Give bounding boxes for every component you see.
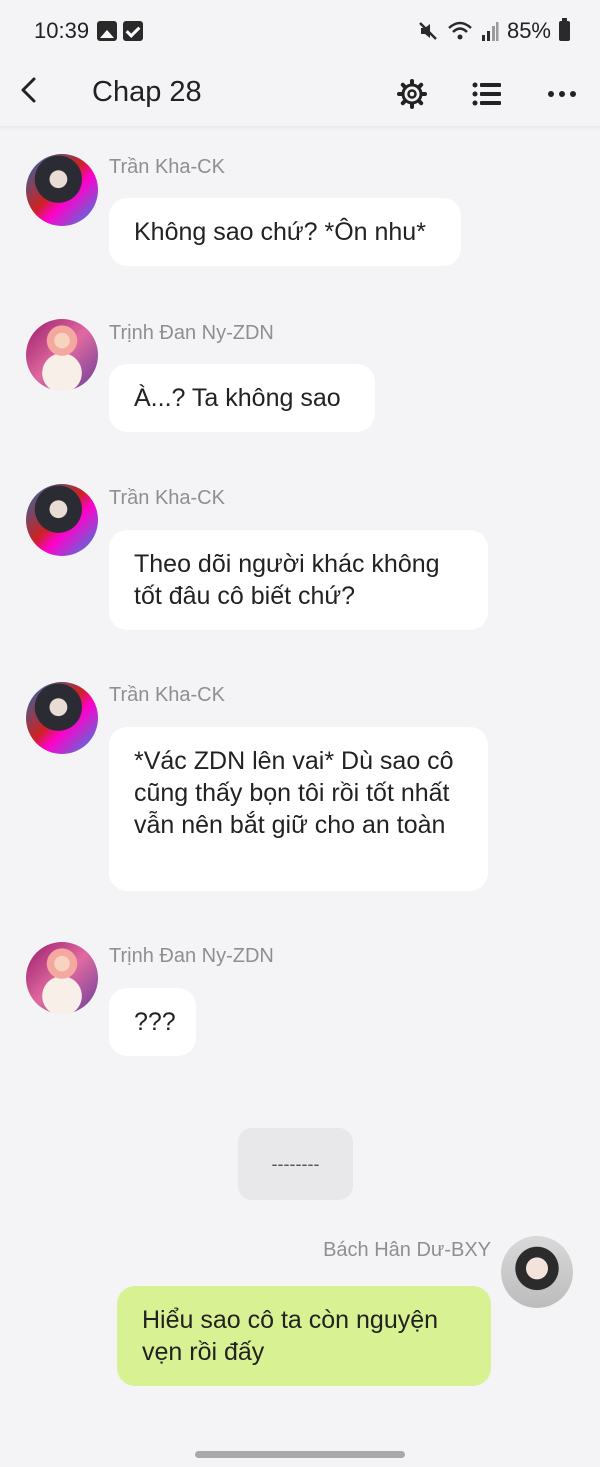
message-bubble[interactable]: Theo dõi người khác không tốt đâu cô biế… <box>109 530 488 630</box>
mute-icon <box>417 20 439 42</box>
settings-gear-icon <box>397 79 427 109</box>
message-bubble[interactable]: Hiểu sao cô ta còn nguyện vẹn rồi đấy <box>117 1286 491 1386</box>
battery-icon <box>559 18 570 41</box>
signal-icon <box>481 21 499 41</box>
more-dots-icon <box>548 91 576 97</box>
sender-name: Trần Kha-CK <box>109 684 225 706</box>
scene-divider: -------- <box>238 1128 353 1200</box>
wifi-icon <box>447 20 473 42</box>
sender-name: Trịnh Đan Ny-ZDN <box>109 945 274 967</box>
sender-name: Trần Kha-CK <box>109 487 225 509</box>
avatar[interactable] <box>26 682 98 754</box>
avatar[interactable] <box>26 319 98 391</box>
message-bubble[interactable]: ??? <box>109 988 196 1056</box>
more-options-button[interactable] <box>540 72 584 116</box>
status-bar: 10:39 85% <box>0 0 600 62</box>
image-notification-icon <box>97 21 117 41</box>
chat-thread[interactable]: Trần Kha-CK Không sao chứ? *Ôn nhu* Trịn… <box>0 126 600 1467</box>
sender-name: Bách Hân Dư-BXY <box>323 1239 491 1261</box>
battery-percent: 85% <box>506 18 551 43</box>
home-indicator[interactable] <box>195 1451 405 1458</box>
avatar[interactable] <box>26 942 98 1014</box>
settings-button[interactable] <box>390 72 434 116</box>
status-time: 10:39 <box>34 18 90 43</box>
avatar[interactable] <box>501 1236 573 1308</box>
message-bubble[interactable]: Không sao chứ? *Ôn nhu* <box>109 198 461 266</box>
sender-name: Trần Kha-CK <box>109 156 225 178</box>
back-button[interactable] <box>12 72 52 112</box>
status-right-icons: 85% <box>417 18 570 44</box>
avatar[interactable] <box>26 484 98 556</box>
avatar[interactable] <box>26 154 98 226</box>
notification-icons <box>97 21 143 41</box>
message-bubble[interactable]: À...? Ta không sao <box>109 364 375 432</box>
chapter-list-button[interactable] <box>465 72 509 116</box>
page-title: Chap 28 <box>92 76 202 108</box>
message-bubble[interactable]: *Vác ZDN lên vai* Dù sao cô cũng thấy bọ… <box>109 727 488 891</box>
app-bar: Chap 28 <box>0 62 600 126</box>
list-icon <box>472 82 501 106</box>
back-arrow-icon <box>21 77 36 103</box>
checkbox-notification-icon <box>123 21 143 41</box>
sender-name: Trịnh Đan Ny-ZDN <box>109 322 274 344</box>
